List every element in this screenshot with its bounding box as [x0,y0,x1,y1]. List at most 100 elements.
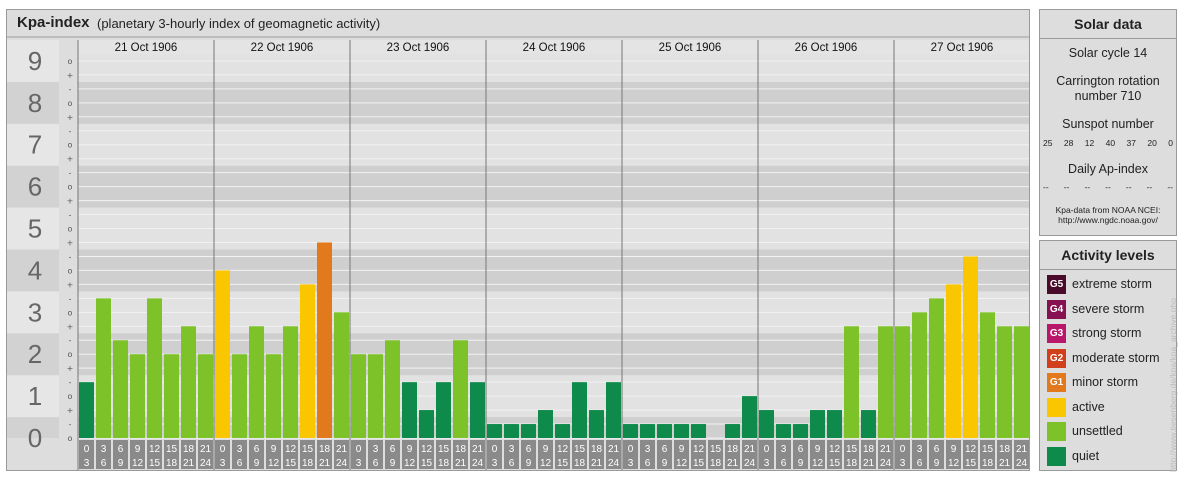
kpa-chart: 0123456789 o+-o+-o+-o+-o+-o+-o+-o+-o+-o21… [7,36,1029,470]
hour-end-label: 12 [132,458,144,469]
kp-bar [487,424,502,438]
kp-bar [351,354,366,438]
legend-label: unsettled [1072,424,1123,438]
chart-subtitle: (planetary 3-hourly index of geomagnetic… [97,16,381,31]
sub-tick-label: o [68,266,73,275]
hour-end-label: 12 [812,458,824,469]
hour-end-label: 6 [917,458,923,469]
ap-value: -- [1063,182,1070,192]
hour-start-label: 0 [764,444,770,455]
legend-label: severe storm [1072,301,1145,316]
hour-end-label: 24 [880,458,892,469]
hour-end-label: 3 [900,458,906,469]
ap-value: -- [1043,182,1049,192]
sub-tick-label: - [69,85,72,94]
ap-value: -- [1105,182,1111,192]
hour-end-label: 3 [356,458,362,469]
sub-tick-label: o [68,57,73,66]
hour-end-label: 9 [254,458,260,469]
kp-bar [844,326,859,438]
sub-tick-label: + [67,71,74,80]
legend-item: G1 minor storm [1047,373,1175,393]
sunspot-label: Sunspot number [1062,117,1154,131]
hour-end-label: 6 [645,458,651,469]
kp-bar [810,410,825,438]
legend-swatch: G1 [1047,373,1066,392]
hour-start-label: 3 [509,444,515,455]
kp-bar [555,424,570,438]
sub-tick-label: + [67,322,74,331]
hour-start-label: 12 [693,444,705,455]
sub-tick-label: o [68,99,73,108]
legend-label: strong storm [1072,326,1142,340]
sub-tick-label: - [69,127,72,136]
hour-start-label: 6 [662,444,668,455]
day-label: 27 Oct 1906 [931,42,994,54]
hour-start-label: 3 [917,444,923,455]
hour-start-label: 15 [710,444,722,455]
activity-levels-panel: Activity levels G5 extreme storm G4 severe … [1039,240,1177,471]
kp-bar [113,340,128,438]
kp-bar [759,410,774,438]
y-tick-label: 4 [28,255,42,285]
hour-start-label: 0 [84,444,90,455]
data-source: Kpa-data from NOAA NCEI: [1055,205,1161,215]
day-label: 23 Oct 1906 [387,42,450,54]
hour-end-label: 18 [710,458,722,469]
sub-tick-label: o [68,225,73,234]
kp-bar [827,410,842,438]
hour-start-label: 0 [220,444,226,455]
hour-end-label: 18 [574,458,586,469]
hour-start-label: 18 [455,444,467,455]
hour-start-label: 6 [526,444,532,455]
hour-end-label: 9 [934,458,940,469]
kp-bar [96,298,111,438]
hour-end-label: 3 [84,458,90,469]
data-source-url: http://www.ngdc.noaa.gov/ [1058,215,1158,225]
day-label: 21 Oct 1906 [115,42,178,54]
hour-end-label: 6 [509,458,515,469]
hour-end-label: 15 [285,458,297,469]
sunspot-value: 40 [1105,138,1116,148]
hour-start-label: 12 [149,444,161,455]
sub-tick-label: + [67,364,74,373]
hour-end-label: 12 [676,458,688,469]
hour-end-label: 6 [237,458,243,469]
y-tick-label: 0 [28,423,42,453]
hour-start-label: 6 [390,444,396,455]
hour-end-label: 3 [764,458,770,469]
sub-tick-label: o [68,183,73,192]
hour-end-label: 24 [608,458,620,469]
hour-end-label: 21 [727,458,739,469]
kp-bar [130,354,145,438]
hour-start-label: 6 [934,444,940,455]
sub-tick-label: - [69,211,72,220]
hour-start-label: 0 [900,444,906,455]
solar-data-panel: Solar data Solar cycle 14 Carrington rot… [1039,9,1177,236]
hour-start-label: 12 [965,444,977,455]
kp-bar [589,410,604,438]
kp-bar [742,396,757,438]
divider [1040,269,1176,270]
kp-bar [776,424,791,438]
hour-end-label: 18 [302,458,314,469]
kp-bar [793,424,808,438]
sunspot-value: 0 [1168,138,1173,148]
hour-end-label: 24 [744,458,756,469]
sub-tick-label: - [69,169,72,178]
legend-label: active [1072,399,1105,414]
sub-tick-label: o [68,350,73,359]
sub-tick-label: o [68,308,73,317]
sunspot-value: 20 [1147,138,1157,148]
kp-bar [283,326,298,438]
hour-end-label: 9 [118,458,124,469]
kp-bar [623,424,638,438]
carrington-rotation: Carrington rotation [1056,74,1160,88]
hour-end-label: 24 [1016,458,1028,469]
kp-bar [385,340,400,438]
y-tick-label: 7 [28,130,42,160]
hour-start-label: 15 [302,444,314,455]
hour-start-label: 9 [271,444,277,455]
hour-start-label: 3 [237,444,243,455]
hour-end-label: 15 [149,458,161,469]
